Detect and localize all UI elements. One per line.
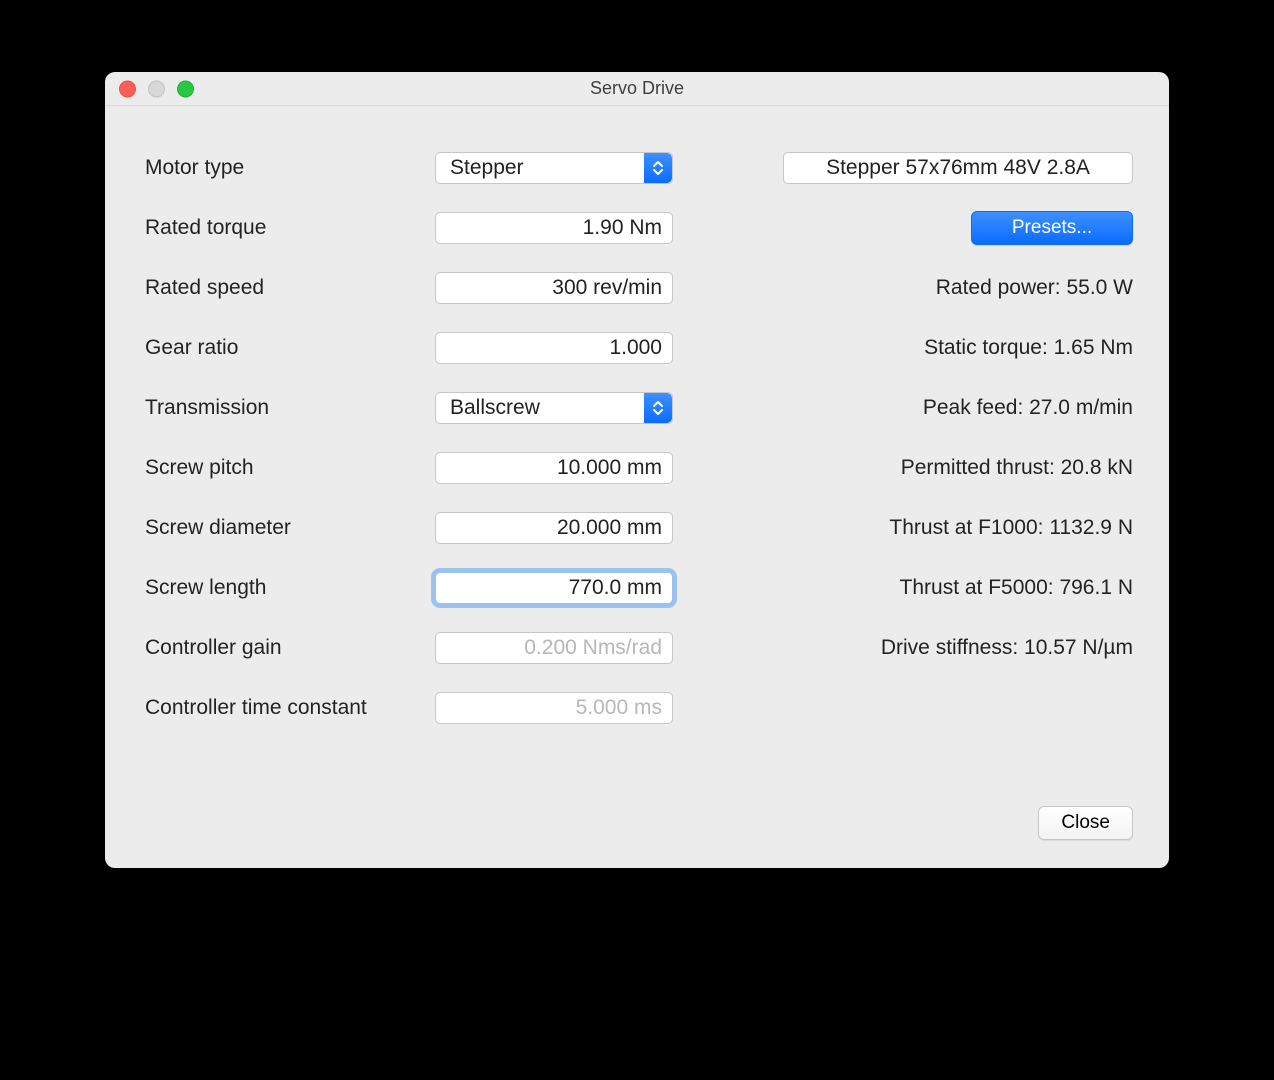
zoom-window-icon[interactable] xyxy=(177,80,194,97)
peak-feed-readout: Peak feed: 27.0 m/min xyxy=(673,396,1133,420)
motor-preset-value: Stepper 57x76mm 48V 2.8A xyxy=(826,156,1090,180)
minimize-window-icon xyxy=(148,80,165,97)
rated-torque-input[interactable] xyxy=(435,212,673,244)
permitted-thrust-readout: Permitted thrust: 20.8 kN xyxy=(673,456,1133,480)
window-controls xyxy=(119,80,194,97)
motor-preset-display[interactable]: Stepper 57x76mm 48V 2.8A xyxy=(783,152,1133,184)
rated-speed-label: Rated speed xyxy=(145,276,435,300)
gear-ratio-input[interactable] xyxy=(435,332,673,364)
screw-pitch-label: Screw pitch xyxy=(145,456,435,480)
motor-type-label: Motor type xyxy=(145,156,435,180)
screw-length-input[interactable] xyxy=(435,572,673,604)
controller-tc-label: Controller time constant xyxy=(145,696,435,720)
transmission-select[interactable]: Ballscrew xyxy=(435,392,673,424)
chevrons-up-down-icon xyxy=(644,153,672,183)
close-window-icon[interactable] xyxy=(119,80,136,97)
close-button[interactable]: Close xyxy=(1038,806,1133,840)
rated-torque-label: Rated torque xyxy=(145,216,435,240)
gear-ratio-label: Gear ratio xyxy=(145,336,435,360)
transmission-value: Ballscrew xyxy=(450,396,540,420)
controller-gain-input xyxy=(435,632,673,664)
screw-length-label: Screw length xyxy=(145,576,435,600)
servo-drive-window: Servo Drive Motor type Stepper Stepper 5… xyxy=(105,72,1169,868)
screw-diameter-label: Screw diameter xyxy=(145,516,435,540)
rated-power-readout: Rated power: 55.0 W xyxy=(673,276,1133,300)
screw-diameter-input[interactable] xyxy=(435,512,673,544)
chevrons-up-down-icon xyxy=(644,393,672,423)
motor-type-select[interactable]: Stepper xyxy=(435,152,673,184)
static-torque-readout: Static torque: 1.65 Nm xyxy=(673,336,1133,360)
presets-button[interactable]: Presets... xyxy=(971,211,1133,245)
titlebar: Servo Drive xyxy=(105,72,1169,106)
controller-tc-input xyxy=(435,692,673,724)
thrust-f5000-readout: Thrust at F5000: 796.1 N xyxy=(673,576,1133,600)
motor-type-value: Stepper xyxy=(450,156,524,180)
transmission-label: Transmission xyxy=(145,396,435,420)
window-title: Servo Drive xyxy=(105,78,1169,99)
thrust-f1000-readout: Thrust at F1000: 1132.9 N xyxy=(673,516,1133,540)
rated-speed-input[interactable] xyxy=(435,272,673,304)
controller-gain-label: Controller gain xyxy=(145,636,435,660)
screw-pitch-input[interactable] xyxy=(435,452,673,484)
dialog-content: Motor type Stepper Stepper 57x76mm 48V 2… xyxy=(105,106,1169,762)
drive-stiffness-readout: Drive stiffness: 10.57 N/µm xyxy=(673,636,1133,660)
